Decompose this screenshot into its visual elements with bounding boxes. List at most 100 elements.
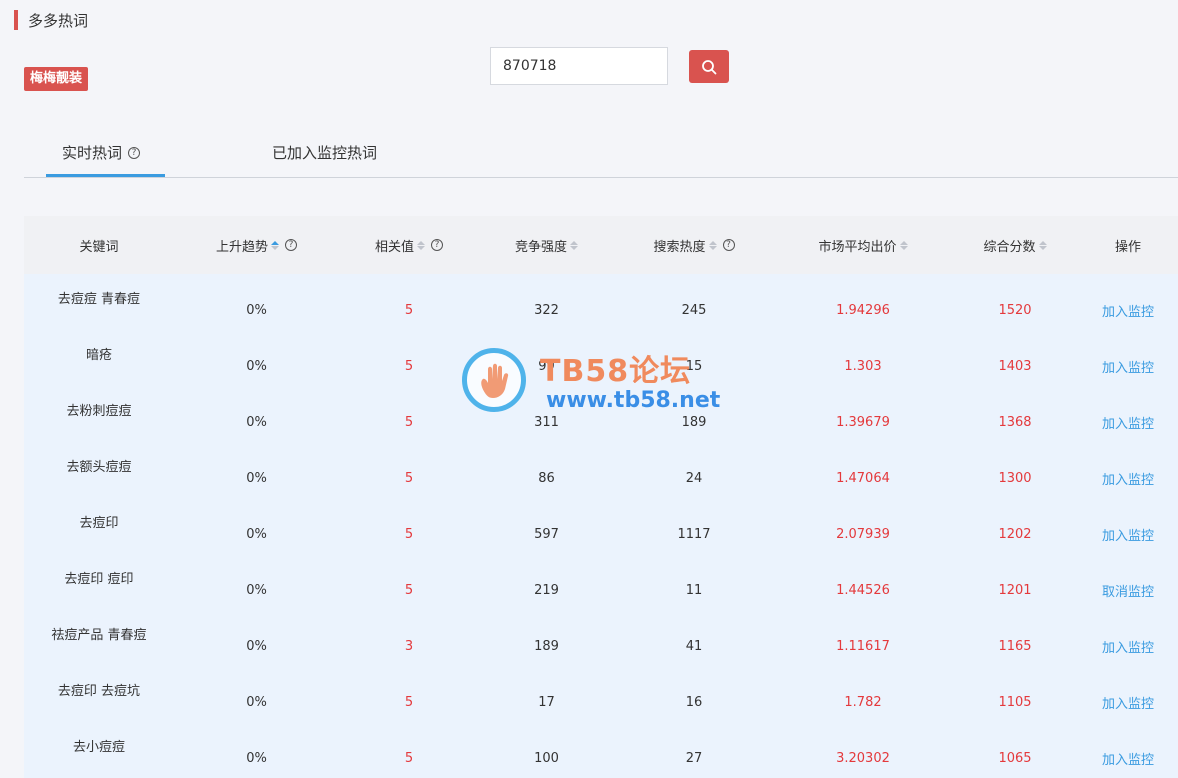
cell-avg-bid: 3.20302	[836, 750, 890, 766]
cell-trend: 0%	[246, 694, 267, 710]
table-row: 去痘印 痘印 0% 5 219 11 1.44526 1201 取消监控	[24, 554, 1178, 610]
cell-competition: 189	[534, 638, 559, 654]
table-header: 关键词 上升趋势 ? 相关值 ? 竞争强度 搜索热度 ? 市场平均出价 综合分数	[24, 216, 1178, 274]
cell-score: 1202	[998, 526, 1032, 542]
sort-icon[interactable]	[708, 240, 717, 250]
cell-relevance: 5	[404, 750, 414, 766]
header-avg-bid[interactable]: 市场平均出价	[774, 236, 952, 255]
cell-trend: 0%	[246, 470, 267, 486]
monitor-action-link[interactable]: 加入监控	[1078, 498, 1178, 554]
table-row: 去额头痘痘 0% 5 86 24 1.47064 1300 加入监控	[24, 442, 1178, 498]
header-keyword: 关键词	[79, 239, 119, 255]
header-relevance[interactable]: 相关值 ?	[339, 236, 479, 255]
cell-competition: 311	[534, 414, 559, 430]
tab-realtime-hotwords[interactable]: 实时热词 ?	[62, 142, 141, 163]
table-row: 去痘痘 青春痘 0% 5 322 245 1.94296 1520 加入监控	[24, 274, 1178, 330]
help-icon[interactable]: ?	[431, 239, 443, 251]
cell-search-heat: 16	[685, 694, 703, 710]
cell-search-heat: 27	[685, 750, 703, 766]
table-row: 去小痘痘 0% 5 100 27 3.20302 1065 加入监控	[24, 722, 1178, 778]
monitor-action-link[interactable]: 加入监控	[1078, 442, 1178, 498]
cell-relevance: 5	[404, 414, 414, 430]
cell-search-heat: 189	[681, 414, 707, 430]
cell-keyword: 去痘痘 青春痘	[57, 292, 141, 307]
sort-icon[interactable]	[271, 240, 279, 250]
cell-relevance: 5	[404, 694, 414, 710]
cell-keyword: 祛痘产品 青春痘	[51, 628, 147, 643]
cell-search-heat: 24	[685, 470, 703, 486]
cell-keyword: 去痘印	[79, 516, 119, 531]
monitor-action-link[interactable]: 加入监控	[1078, 386, 1178, 442]
cell-competition: 99	[538, 358, 555, 374]
cell-keyword: 去痘印 痘印	[64, 572, 134, 587]
header-score[interactable]: 综合分数	[952, 236, 1078, 255]
help-icon[interactable]: ?	[722, 239, 735, 251]
search-icon	[702, 59, 717, 74]
cell-avg-bid: 1.782	[844, 694, 882, 710]
cell-search-heat: 245	[681, 302, 707, 318]
page-header: 多多热词	[14, 10, 88, 30]
cell-trend: 0%	[246, 526, 267, 542]
cell-trend: 0%	[246, 414, 267, 430]
cell-relevance: 5	[404, 358, 414, 374]
cell-score: 1403	[998, 358, 1032, 374]
cell-search-heat: 1117	[677, 526, 711, 542]
cell-relevance: 5	[404, 582, 414, 598]
cell-keyword: 去粉刺痘痘	[66, 404, 132, 419]
cell-keyword: 去痘印 去痘坑	[57, 684, 141, 699]
cell-search-heat: 41	[685, 638, 703, 654]
table-row: 去痘印 去痘坑 0% 5 17 16 1.782 1105 加入监控	[24, 666, 1178, 722]
cell-score: 1520	[998, 302, 1032, 318]
cell-avg-bid: 2.07939	[836, 526, 890, 542]
cell-competition: 322	[534, 302, 559, 318]
cell-avg-bid: 1.44526	[836, 582, 890, 598]
cell-avg-bid: 1.11617	[836, 638, 890, 654]
cell-keyword: 暗疮	[85, 348, 112, 363]
active-tab-indicator	[46, 174, 165, 177]
search-input[interactable]	[490, 47, 668, 85]
tab-bar: 实时热词 ? 已加入监控热词	[24, 130, 1178, 178]
header-competition[interactable]: 竞争强度	[479, 236, 614, 255]
table-row: 暗疮 0% 5 99 15 1.303 1403 加入监控	[24, 330, 1178, 386]
cell-score: 1065	[998, 750, 1032, 766]
sort-icon[interactable]	[417, 240, 425, 250]
cell-competition: 86	[538, 470, 555, 486]
cell-avg-bid: 1.47064	[836, 470, 890, 486]
help-icon[interactable]: ?	[128, 146, 141, 159]
cell-search-heat: 15	[685, 358, 703, 374]
cell-competition: 219	[534, 582, 559, 598]
cell-score: 1105	[998, 694, 1032, 710]
cell-trend: 0%	[246, 358, 267, 374]
cell-score: 1368	[998, 414, 1032, 430]
cell-competition: 100	[534, 750, 559, 766]
sort-icon[interactable]	[1038, 240, 1047, 250]
monitor-action-link[interactable]: 取消监控	[1078, 554, 1178, 610]
hotwords-table: 关键词 上升趋势 ? 相关值 ? 竞争强度 搜索热度 ? 市场平均出价 综合分数	[24, 216, 1178, 778]
cell-trend: 0%	[246, 582, 267, 598]
monitor-action-link[interactable]: 加入监控	[1078, 610, 1178, 666]
cell-competition: 17	[538, 694, 555, 710]
cell-avg-bid: 1.39679	[836, 414, 890, 430]
search-button[interactable]	[689, 50, 729, 83]
monitor-action-link[interactable]: 加入监控	[1078, 666, 1178, 722]
cell-search-heat: 11	[685, 582, 703, 598]
table-row: 去痘印 0% 5 597 1117 2.07939 1202 加入监控	[24, 498, 1178, 554]
cell-trend: 0%	[246, 638, 267, 654]
cell-score: 1165	[998, 638, 1032, 654]
monitor-action-link[interactable]: 加入监控	[1078, 330, 1178, 386]
cell-relevance: 5	[404, 302, 414, 318]
cell-avg-bid: 1.303	[844, 358, 882, 374]
table-body: 去痘痘 青春痘 0% 5 322 245 1.94296 1520 加入监控 暗…	[24, 274, 1178, 778]
help-icon[interactable]: ?	[285, 239, 297, 251]
monitor-action-link[interactable]: 加入监控	[1078, 722, 1178, 778]
cell-relevance: 5	[404, 526, 414, 542]
sort-icon[interactable]	[899, 240, 908, 250]
header-search-heat[interactable]: 搜索热度 ?	[614, 236, 774, 255]
tab-monitored-hotwords[interactable]: 已加入监控热词	[272, 142, 377, 163]
header-trend[interactable]: 上升趋势 ?	[174, 236, 339, 255]
cell-keyword: 去小痘痘	[72, 740, 125, 755]
monitor-action-link[interactable]: 加入监控	[1078, 274, 1178, 330]
sort-icon[interactable]	[570, 240, 578, 250]
page-title: 多多热词	[28, 11, 89, 30]
cell-trend: 0%	[246, 302, 267, 318]
